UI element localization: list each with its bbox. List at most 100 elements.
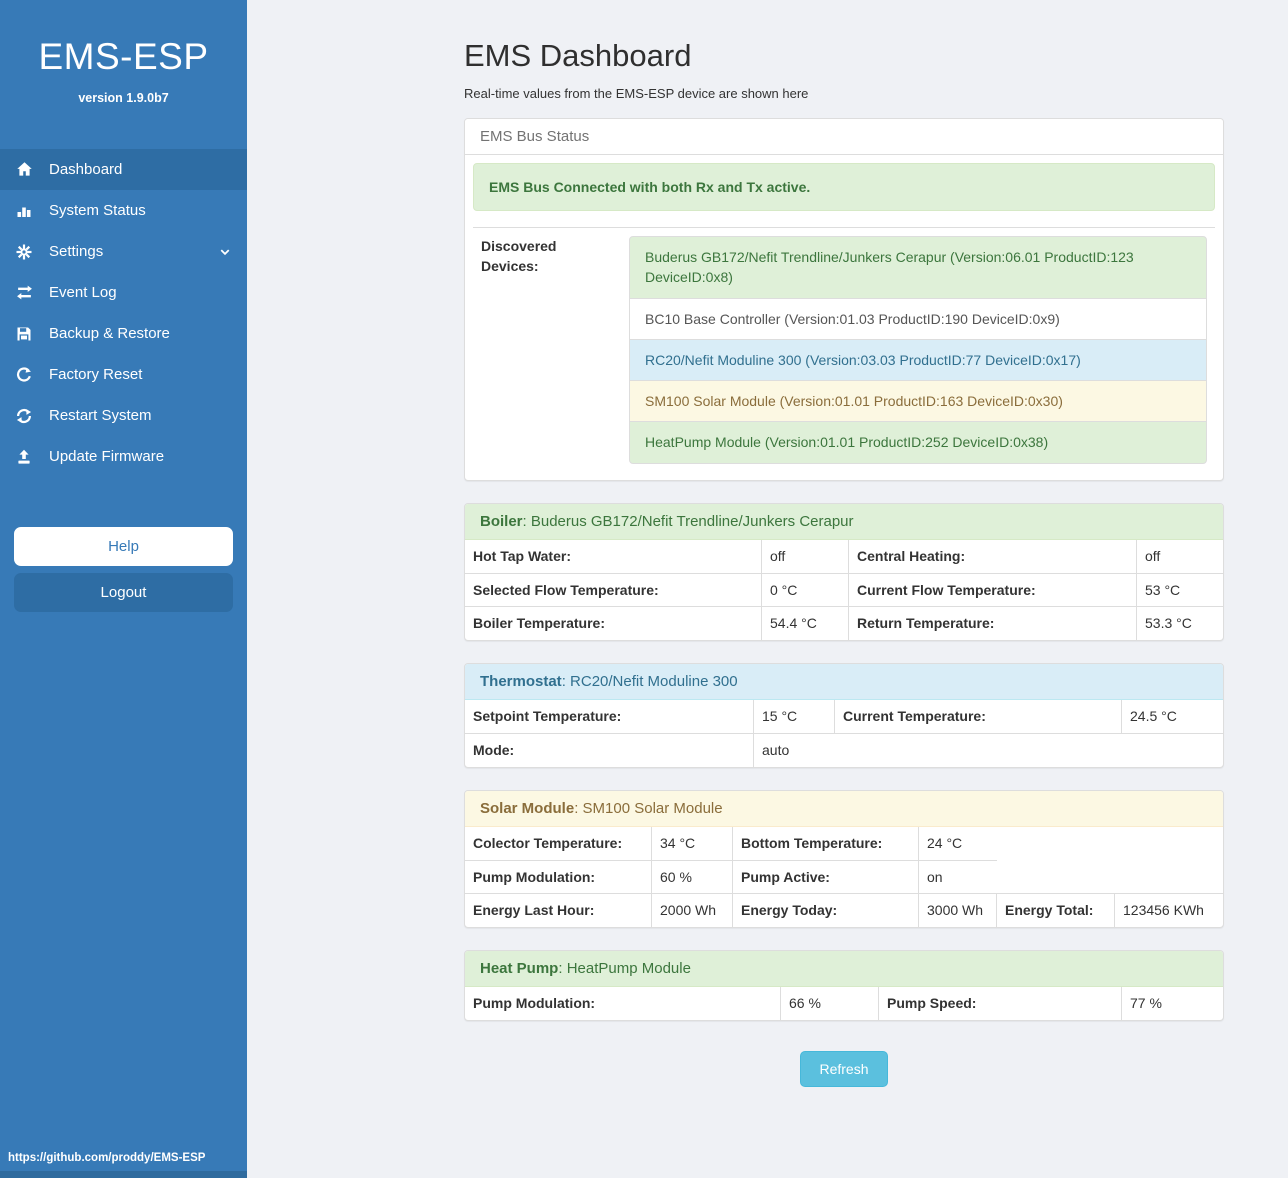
- sidebar-item-label: Dashboard: [49, 161, 122, 178]
- table-cell-value: off: [1137, 540, 1224, 573]
- save-icon: [14, 326, 34, 342]
- sidebar-item-restart-system[interactable]: Restart System: [0, 395, 247, 436]
- table-cell-label: Energy Total:: [997, 893, 1115, 927]
- thermostat-panel: Thermostat: RC20/Nefit Moduline 300 Setp…: [464, 663, 1224, 768]
- heat-pump-table: Pump Modulation: 66 % Pump Speed: 77 %: [465, 987, 1224, 1020]
- thermostat-table: Setpoint Temperature: 15 °C Current Temp…: [465, 700, 1224, 767]
- bus-status-panel: EMS Bus Status EMS Bus Connected with bo…: [464, 118, 1224, 481]
- table-cell-label: Energy Last Hour:: [465, 893, 652, 927]
- table-cell-label: Hot Tap Water:: [465, 540, 762, 573]
- sidebar-item-factory-reset[interactable]: Factory Reset: [0, 354, 247, 395]
- table-cell-value: 53 °C: [1137, 573, 1224, 607]
- table-cell-value: 77 %: [1122, 987, 1224, 1020]
- page-title: EMS Dashboard: [464, 38, 1224, 74]
- heat-pump-heading-device: : HeatPump Module: [558, 960, 691, 977]
- sidebar-item-backup-restore[interactable]: Backup & Restore: [0, 313, 247, 354]
- refresh-icon: [14, 408, 34, 424]
- home-icon: [14, 161, 34, 178]
- solar-panel-heading: Solar Module: SM100 Solar Module: [465, 791, 1223, 827]
- discovered-devices-label: Discovered Devices:: [473, 227, 621, 472]
- table-cell-label: Central Heating:: [849, 540, 1137, 573]
- bus-status-alert: EMS Bus Connected with both Rx and Tx ac…: [473, 163, 1215, 211]
- table-cell-value: auto: [754, 733, 1224, 767]
- sidebar-item-dashboard[interactable]: Dashboard: [0, 149, 247, 190]
- sidebar-item-update-firmware[interactable]: Update Firmware: [0, 436, 247, 477]
- table-cell-empty: [997, 827, 1224, 860]
- help-button[interactable]: Help: [14, 527, 233, 566]
- boiler-panel-heading: Boiler: Buderus GB172/Nefit Trendline/Ju…: [465, 504, 1223, 540]
- table-cell-label: Energy Today:: [733, 893, 919, 927]
- sidebar-item-label: Settings: [49, 243, 103, 260]
- table-cell-label: Return Temperature:: [849, 606, 1137, 640]
- sidebar-item-label: Backup & Restore: [49, 325, 170, 342]
- table-cell-label: Colector Temperature:: [465, 827, 652, 860]
- exchange-icon: [14, 284, 34, 301]
- table-cell-value: 60 %: [652, 860, 733, 894]
- device-item: Buderus GB172/Nefit Trendline/Junkers Ce…: [629, 236, 1207, 299]
- solar-table: Colector Temperature: 34 °C Bottom Tempe…: [465, 827, 1224, 927]
- bar-chart-icon: [14, 203, 34, 219]
- table-cell-label: Current Temperature:: [835, 700, 1122, 733]
- boiler-panel: Boiler: Buderus GB172/Nefit Trendline/Ju…: [464, 503, 1224, 641]
- table-cell-label: Bottom Temperature:: [733, 827, 919, 860]
- table-cell-label: Setpoint Temperature:: [465, 700, 754, 733]
- boiler-heading-type: Boiler: [480, 513, 523, 530]
- table-cell-value: 123456 KWh: [1115, 893, 1224, 927]
- upload-icon: [14, 449, 34, 465]
- table-cell-value: 34 °C: [652, 827, 733, 860]
- sidebar-item-label: System Status: [49, 202, 146, 219]
- device-item: RC20/Nefit Moduline 300 (Version:03.03 P…: [629, 339, 1207, 381]
- sidebar-item-label: Event Log: [49, 284, 117, 301]
- sidebar-item-label: Update Firmware: [49, 448, 164, 465]
- table-cell-value: 66 %: [781, 987, 879, 1020]
- thermostat-heading-device: : RC20/Nefit Moduline 300: [562, 673, 738, 690]
- solar-heading-device: : SM100 Solar Module: [574, 800, 722, 817]
- discovered-devices-table: Discovered Devices: Buderus GB172/Nefit …: [473, 227, 1215, 472]
- table-cell-value: 54.4 °C: [762, 606, 849, 640]
- sidebar-item-label: Factory Reset: [49, 366, 142, 383]
- table-cell-label: Pump Modulation:: [465, 860, 652, 894]
- table-cell-empty: [997, 860, 1224, 894]
- logout-button[interactable]: Logout: [14, 573, 233, 612]
- table-cell-value: 24.5 °C: [1122, 700, 1224, 733]
- brand: EMS-ESP version 1.9.0b7: [0, 0, 247, 105]
- table-cell-label: Pump Speed:: [879, 987, 1122, 1020]
- device-item: HeatPump Module (Version:01.01 ProductID…: [629, 421, 1207, 463]
- gear-icon: [14, 244, 34, 260]
- sidebar-bottom-strip: [0, 1171, 247, 1178]
- device-item: SM100 Solar Module (Version:01.01 Produc…: [629, 380, 1207, 422]
- app-title: EMS-ESP: [0, 36, 247, 78]
- heat-pump-panel: Heat Pump: HeatPump Module Pump Modulati…: [464, 950, 1224, 1021]
- table-cell-value: off: [762, 540, 849, 573]
- sidebar-item-system-status[interactable]: System Status: [0, 190, 247, 231]
- boiler-table: Hot Tap Water: off Central Heating: off …: [465, 540, 1224, 640]
- solar-module-panel: Solar Module: SM100 Solar Module Colecto…: [464, 790, 1224, 928]
- refresh-button[interactable]: Refresh: [800, 1051, 887, 1087]
- app-version: version 1.9.0b7: [0, 91, 247, 105]
- device-item: BC10 Base Controller (Version:01.03 Prod…: [629, 298, 1207, 340]
- table-cell-value: 15 °C: [754, 700, 835, 733]
- table-cell-label: Current Flow Temperature:: [849, 573, 1137, 607]
- table-cell-label: Selected Flow Temperature:: [465, 573, 762, 607]
- sidebar-item-label: Restart System: [49, 407, 152, 424]
- repeat-icon: [14, 367, 34, 383]
- table-cell-value: 2000 Wh: [652, 893, 733, 927]
- table-cell-value: 53.3 °C: [1137, 606, 1224, 640]
- table-cell-value: on: [919, 860, 997, 894]
- boiler-heading-device: : Buderus GB172/Nefit Trendline/Junkers …: [523, 513, 854, 530]
- heat-pump-heading-type: Heat Pump: [480, 960, 558, 977]
- sidebar-item-settings[interactable]: Settings: [0, 231, 247, 272]
- table-cell-label: Pump Active:: [733, 860, 919, 894]
- table-cell-value: 0 °C: [762, 573, 849, 607]
- sidebar: EMS-ESP version 1.9.0b7 Dashboard System…: [0, 0, 247, 1178]
- sidebar-item-event-log[interactable]: Event Log: [0, 272, 247, 313]
- github-url: https://github.com/proddy/EMS-ESP: [8, 1152, 205, 1164]
- table-cell-label: Boiler Temperature:: [465, 606, 762, 640]
- main-content: EMS Dashboard Real-time values from the …: [247, 0, 1288, 1127]
- heat-pump-panel-heading: Heat Pump: HeatPump Module: [465, 951, 1223, 987]
- table-cell-value: 24 °C: [919, 827, 997, 860]
- chevron-down-icon: [219, 246, 231, 258]
- thermostat-panel-heading: Thermostat: RC20/Nefit Moduline 300: [465, 664, 1223, 700]
- table-cell-label: Mode:: [465, 733, 754, 767]
- solar-heading-type: Solar Module: [480, 800, 574, 817]
